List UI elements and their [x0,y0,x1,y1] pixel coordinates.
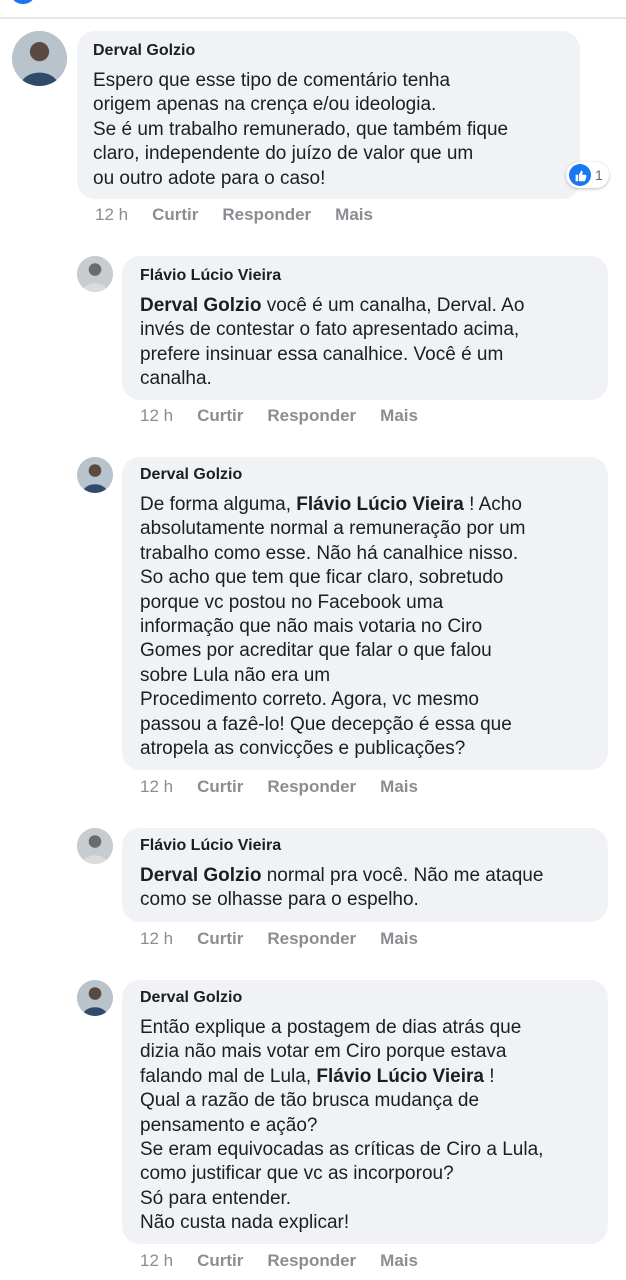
reply-button[interactable]: Responder [267,406,356,426]
reply-button[interactable]: Responder [267,929,356,949]
reply-button[interactable]: Responder [267,1251,356,1271]
reaction-count: 1 [595,167,603,183]
reply-bubble: Flávio Lúcio Vieira Derval Golzio normal… [122,828,608,922]
avatar[interactable] [77,256,113,292]
comment-text: Derval Golzio normal pra você. Não me at… [140,865,544,911]
reply-bubble: Flávio Lúcio Vieira Derval Golzio você é… [122,256,608,400]
comment-author[interactable]: Derval Golzio [93,41,564,61]
more-button[interactable]: Mais [380,929,418,949]
mention-link[interactable]: Derval Golzio [140,295,261,316]
avatar[interactable] [12,31,67,86]
mention-link[interactable]: Flávio Lúcio Vieira [316,1066,484,1087]
like-button[interactable]: Curtir [197,929,243,949]
reaction-badge[interactable]: 1 [566,162,609,188]
like-button[interactable]: Curtir [152,205,198,225]
more-button[interactable]: Mais [380,777,418,797]
comment-actions: 12 h Curtir Responder Mais [95,205,397,225]
comment-timestamp[interactable]: 12 h [140,1251,173,1271]
mention-link[interactable]: Derval Golzio [140,865,261,886]
comment-actions: 12 h Curtir Responder Mais [140,406,442,426]
comment-timestamp[interactable]: 12 h [140,777,173,797]
avatar[interactable] [77,980,113,1016]
top-indicator [12,0,34,4]
reply-button[interactable]: Responder [267,777,356,797]
reply-bubble: Derval Golzio Então explique a postagem … [122,980,608,1244]
comment-timestamp[interactable]: 12 h [140,406,173,426]
comment-bubble: Derval Golzio Espero que esse tipo de co… [77,31,580,199]
avatar[interactable] [77,457,113,493]
comment-author[interactable]: Flávio Lúcio Vieira [140,836,590,856]
reply-bubble: Derval Golzio De forma alguma, Flávio Lú… [122,457,608,770]
like-button[interactable]: Curtir [197,777,243,797]
like-icon [569,164,591,186]
more-button[interactable]: Mais [380,1251,418,1271]
comment-text: De forma alguma, Flávio Lúcio Vieira ! A… [140,494,526,760]
comment-timestamp[interactable]: 12 h [140,929,173,949]
comment-actions: 12 h Curtir Responder Mais [140,777,442,797]
comment-author[interactable]: Derval Golzio [140,988,590,1008]
like-button[interactable]: Curtir [197,1251,243,1271]
avatar[interactable] [77,828,113,864]
mention-link[interactable]: Flávio Lúcio Vieira [296,494,464,515]
more-button[interactable]: Mais [335,205,373,225]
comment-actions: 12 h Curtir Responder Mais [140,1251,442,1271]
comment-author[interactable]: Derval Golzio [140,465,590,485]
comment-text: Derval Golzio você é um canalha, Derval.… [140,295,525,390]
comment-author[interactable]: Flávio Lúcio Vieira [140,266,590,286]
like-button[interactable]: Curtir [197,406,243,426]
comment-actions: 12 h Curtir Responder Mais [140,929,442,949]
top-divider [0,17,626,19]
comment-text: Então explique a postagem de dias atrás … [140,1017,544,1234]
more-button[interactable]: Mais [380,406,418,426]
comment-timestamp[interactable]: 12 h [95,205,128,225]
reply-button[interactable]: Responder [222,205,311,225]
comment-text: Espero que esse tipo de comentário tenha… [93,70,509,189]
